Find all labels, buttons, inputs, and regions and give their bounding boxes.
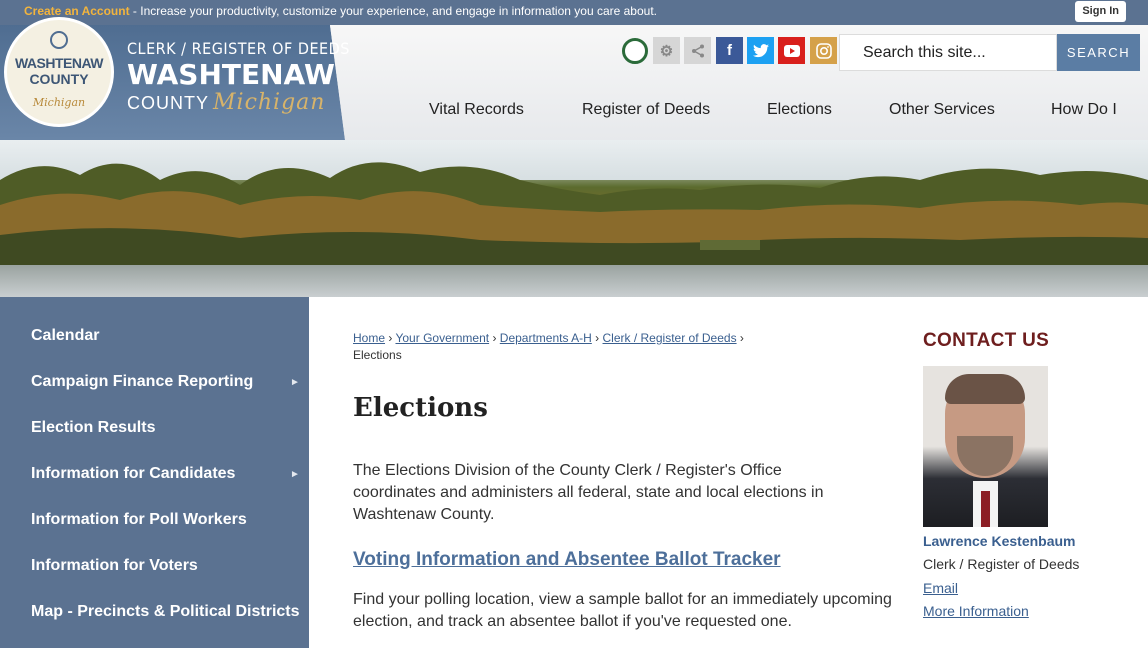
main-content: Home › Your Government › Departments A-H…	[309, 297, 1148, 648]
account-bar: Create an Account - Increase your produc…	[0, 0, 1148, 25]
site-search-box	[839, 34, 1057, 71]
contact-name-link[interactable]: Lawrence Kestenbaum	[923, 533, 1076, 549]
breadcrumb-separator: ›	[739, 331, 744, 345]
account-promo-text: - Increase your productivity, customize …	[129, 4, 657, 18]
nav-vital-records[interactable]: Vital Records	[429, 101, 524, 119]
voting-info-description: Find your polling location, view a sampl…	[353, 591, 892, 630]
account-message: Create an Account - Increase your produc…	[24, 4, 657, 18]
county-seal-icon[interactable]	[621, 37, 648, 64]
sidebar-nav: Calendar Campaign Finance Reporting ► El…	[0, 297, 309, 648]
nav-other-services[interactable]: Other Services	[889, 101, 995, 119]
seal-text-county: COUNTY	[29, 71, 89, 87]
breadcrumb-departments[interactable]: Departments A-H	[500, 331, 592, 345]
contact-more-info-link[interactable]: More Information	[923, 603, 1029, 619]
brand-county-line: COUNTY Michigan	[127, 90, 350, 115]
site-header: CLERK / REGISTER OF DEEDS WASHTENAW COUN…	[0, 25, 1148, 140]
sidebar-item-candidates[interactable]: Information for Candidates	[31, 465, 235, 483]
brand-michigan-script: Michigan	[213, 90, 326, 115]
sidebar-item-poll-workers[interactable]: Information for Poll Workers	[31, 511, 247, 529]
county-seal-logo[interactable]: WASHTENAW COUNTY Michigan	[4, 17, 114, 127]
intro-paragraph: The Elections Division of the County Cle…	[353, 462, 824, 523]
breadcrumb-your-government[interactable]: Your Government	[395, 331, 489, 345]
breadcrumb-home[interactable]: Home	[353, 331, 385, 345]
banner-treeline	[0, 162, 1148, 265]
contact-role: Clerk / Register of Deeds	[923, 556, 1080, 572]
seal-emblem-icon	[50, 31, 68, 49]
sidebar-item-calendar[interactable]: Calendar	[31, 327, 99, 345]
twitter-icon[interactable]	[747, 37, 774, 64]
nav-register-of-deeds[interactable]: Register of Deeds	[582, 101, 710, 119]
nav-how-do-i[interactable]: How Do I	[1051, 101, 1117, 119]
brand-county: WASHTENAW	[127, 58, 335, 91]
seal-text-county-name: WASHTENAW	[14, 55, 104, 71]
breadcrumb-current: Elections	[353, 348, 402, 362]
breadcrumb-separator: ›	[388, 331, 393, 345]
search-button[interactable]: SEARCH	[1057, 34, 1140, 71]
contact-email-link[interactable]: Email	[923, 580, 958, 596]
contact-photo	[923, 366, 1048, 527]
brand-department: CLERK / REGISTER OF DEEDS	[127, 39, 350, 58]
page-title: Elections	[353, 393, 488, 423]
search-input[interactable]	[840, 35, 1050, 70]
youtube-icon[interactable]	[778, 37, 805, 64]
sidebar-item-campaign-finance[interactable]: Campaign Finance Reporting	[31, 373, 253, 391]
brand-county-word: COUNTY	[127, 93, 209, 113]
submenu-arrow-icon[interactable]: ►	[290, 469, 300, 480]
share-icon[interactable]	[684, 37, 711, 64]
hero-banner-image	[0, 140, 1148, 297]
breadcrumb-separator: ›	[492, 331, 497, 345]
sidebar-item-precinct-map[interactable]: Map - Precincts & Political Districts	[31, 603, 300, 621]
submenu-arrow-icon[interactable]: ►	[290, 377, 300, 388]
sidebar-item-voters[interactable]: Information for Voters	[31, 557, 198, 575]
site-brand[interactable]: CLERK / REGISTER OF DEEDS WASHTENAW COUN…	[127, 39, 350, 115]
nav-elections[interactable]: Elections	[767, 101, 832, 119]
instagram-icon[interactable]	[810, 37, 837, 64]
sidebar-item-election-results[interactable]: Election Results	[31, 419, 155, 437]
gear-icon[interactable]: ⚙	[653, 37, 680, 64]
breadcrumb-clerk[interactable]: Clerk / Register of Deeds	[603, 331, 737, 345]
contact-heading: CONTACT US	[923, 330, 1050, 351]
seal-text-state: Michigan	[32, 96, 86, 109]
create-account-link[interactable]: Create an Account	[24, 4, 130, 18]
breadcrumb: Home › Your Government › Departments A-H…	[353, 330, 813, 364]
contact-panel: CONTACT US Lawrence Kestenbaum Clerk / R…	[923, 330, 1133, 619]
banner-water	[0, 265, 1148, 297]
sign-in-button[interactable]: Sign In	[1075, 1, 1126, 22]
facebook-icon[interactable]: f	[716, 37, 743, 64]
voting-info-link[interactable]: Voting Information and Absentee Ballot T…	[353, 549, 781, 571]
breadcrumb-separator: ›	[595, 331, 600, 345]
